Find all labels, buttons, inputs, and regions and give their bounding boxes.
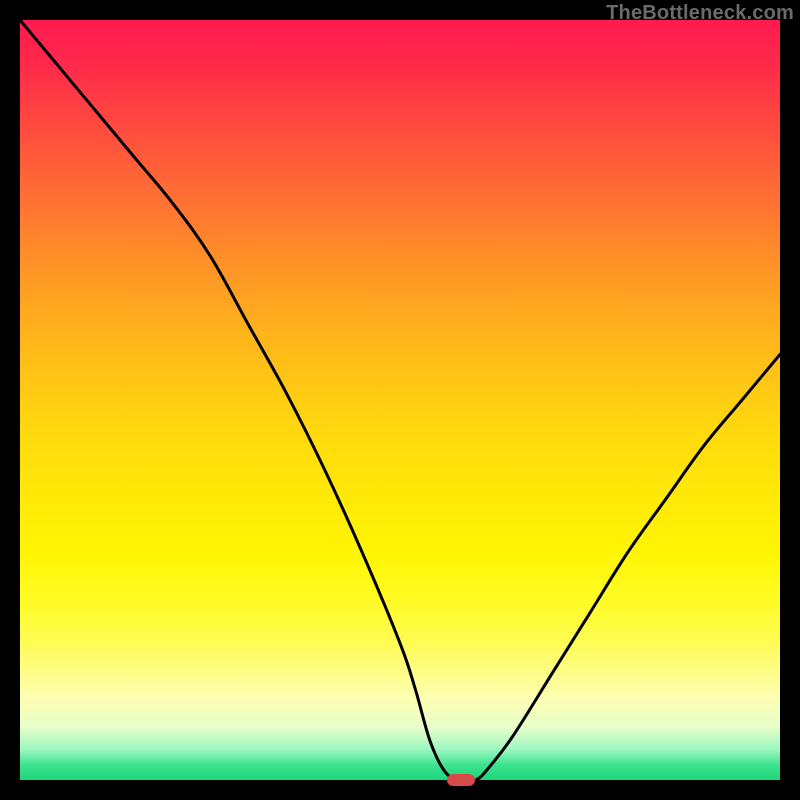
chart-frame: TheBottleneck.com bbox=[0, 0, 800, 800]
plot-area bbox=[20, 20, 780, 780]
bottleneck-curve bbox=[20, 20, 780, 780]
curve-svg bbox=[20, 20, 780, 780]
optimum-marker bbox=[447, 774, 475, 786]
